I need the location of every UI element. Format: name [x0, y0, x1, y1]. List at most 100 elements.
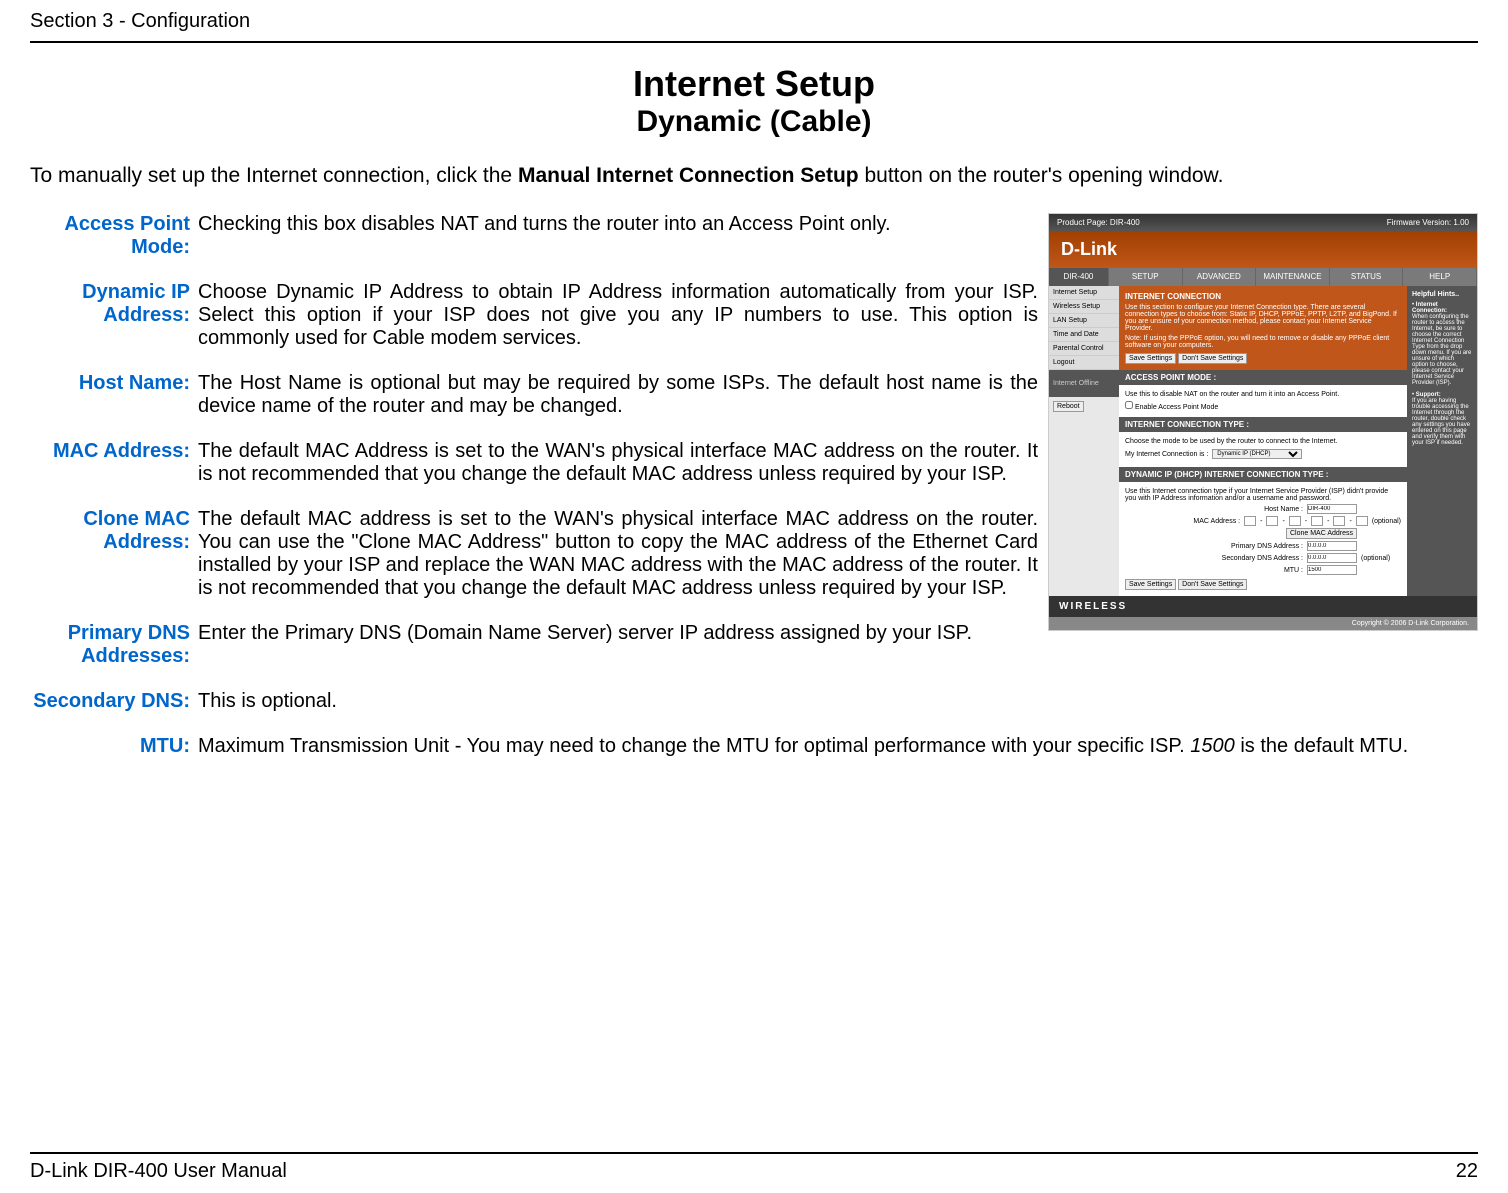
- label-secondary-dns: Secondary DNS:: [30, 690, 198, 713]
- value-mac-address: The default MAC Address is set to the WA…: [198, 440, 1038, 486]
- dont-save-button-top[interactable]: Don't Save Settings: [1178, 353, 1247, 364]
- mtu-text-pre: Maximum Transmission Unit - You may need…: [198, 735, 1190, 757]
- nav-status[interactable]: STATUS: [1330, 268, 1404, 286]
- def-dynamic-ip: Dynamic IP Address: Choose Dynamic IP Ad…: [30, 281, 1038, 350]
- ap-mode-title: ACCESS POINT MODE :: [1119, 370, 1407, 385]
- def-secondary-dns: Secondary DNS: This is optional.: [30, 690, 1478, 713]
- sidebar-time-date[interactable]: Time and Date: [1049, 328, 1119, 342]
- footer-left: D-Link DIR-400 User Manual: [30, 1160, 287, 1183]
- section-header: Section 3 - Configuration: [30, 10, 1478, 43]
- primary-dns-input[interactable]: [1307, 541, 1357, 551]
- nav-model: DIR-400: [1049, 268, 1109, 286]
- dhcp-desc: Use this Internet connection type if you…: [1125, 488, 1401, 502]
- wireless-bar: WIRELESS: [1049, 596, 1477, 617]
- value-secondary-dns: This is optional.: [198, 690, 1478, 713]
- mtu-form-label: MTU :: [1284, 567, 1303, 574]
- def-primary-dns: Primary DNS Addresses: Enter the Primary…: [30, 622, 1038, 668]
- value-dynamic-ip: Choose Dynamic IP Address to obtain IP A…: [198, 281, 1038, 350]
- save-settings-button-bottom[interactable]: Save Settings: [1125, 579, 1176, 590]
- sidebar-lan-setup[interactable]: LAN Setup: [1049, 314, 1119, 328]
- hint-1-text: When configuring the router to access th…: [1412, 314, 1472, 386]
- enable-ap-mode-checkbox[interactable]: [1125, 401, 1133, 409]
- def-host-name: Host Name: The Host Name is optional but…: [30, 372, 1038, 418]
- sidebar-logout[interactable]: Logout: [1049, 356, 1119, 370]
- mac-input-2[interactable]: [1266, 516, 1278, 526]
- def-mac-address: MAC Address: The default MAC Address is …: [30, 440, 1038, 486]
- mac-form-label: MAC Address :: [1193, 518, 1240, 525]
- brand-logo: D-Link: [1061, 239, 1117, 259]
- nav-setup[interactable]: SETUP: [1109, 268, 1183, 286]
- conn-type-title: INTERNET CONNECTION TYPE :: [1119, 417, 1407, 432]
- sidebar-wireless-setup[interactable]: Wireless Setup: [1049, 300, 1119, 314]
- secondary-dns-input[interactable]: [1307, 553, 1357, 563]
- nav-help[interactable]: HELP: [1403, 268, 1477, 286]
- def-mtu: MTU: Maximum Transmission Unit - You may…: [30, 735, 1478, 758]
- router-screenshot: Product Page: DIR-400 Firmware Version: …: [1048, 213, 1478, 690]
- mtu-text-italic: 1500: [1190, 735, 1235, 757]
- sidebar-internet-setup[interactable]: Internet Setup: [1049, 286, 1119, 300]
- conn-type-label: My Internet Connection is :: [1125, 451, 1208, 458]
- def-access-point: Access Point Mode: Checking this box dis…: [30, 213, 1038, 259]
- value-access-point: Checking this box disables NAT and turns…: [198, 213, 1038, 259]
- hint-1-heading: Internet Connection:: [1412, 302, 1447, 314]
- mac-input-1[interactable]: [1244, 516, 1256, 526]
- hints-title: Helpful Hints..: [1412, 291, 1472, 298]
- internet-connection-note: Note: If using the PPPoE option, you wil…: [1125, 335, 1401, 349]
- internet-connection-desc: Use this section to configure your Inter…: [1125, 304, 1401, 332]
- hint-2-text: If you are having trouble accessing the …: [1412, 398, 1472, 446]
- router-top-bar: Product Page: DIR-400 Firmware Version: …: [1049, 214, 1477, 231]
- mac-optional-label: (optional): [1372, 518, 1401, 525]
- mac-input-5[interactable]: [1333, 516, 1345, 526]
- router-center-panel: INTERNET CONNECTION Use this section to …: [1119, 286, 1407, 596]
- primary-dns-form-label: Primary DNS Address :: [1231, 543, 1303, 550]
- firmware-version-label: Firmware Version: 1.00: [1387, 218, 1469, 227]
- label-dynamic-ip: Dynamic IP Address:: [30, 281, 198, 350]
- mtu-input[interactable]: [1307, 565, 1357, 575]
- intro-pre: To manually set up the Internet connecti…: [30, 164, 518, 187]
- intro-post: button on the router's opening window.: [859, 164, 1224, 187]
- mac-input-6[interactable]: [1356, 516, 1368, 526]
- internet-connection-title: INTERNET CONNECTION: [1125, 292, 1401, 301]
- dont-save-button-bottom[interactable]: Don't Save Settings: [1178, 579, 1247, 590]
- page-subtitle: Dynamic (Cable): [30, 105, 1478, 139]
- def-clone-mac: Clone MAC Address: The default MAC addre…: [30, 508, 1038, 600]
- host-name-input[interactable]: [1307, 504, 1357, 514]
- page-footer: D-Link DIR-400 User Manual 22: [30, 1152, 1478, 1183]
- value-host-name: The Host Name is optional but may be req…: [198, 372, 1038, 418]
- value-clone-mac: The default MAC address is set to the WA…: [198, 508, 1038, 600]
- label-mtu: MTU:: [30, 735, 198, 758]
- enable-ap-mode-label: Enable Access Point Mode: [1135, 404, 1218, 411]
- copyright-text: Copyright © 2006 D-Link Corporation.: [1049, 617, 1477, 630]
- nav-maintenance[interactable]: MAINTENANCE: [1256, 268, 1330, 286]
- footer-page-number: 22: [1456, 1160, 1478, 1183]
- value-primary-dns: Enter the Primary DNS (Domain Name Serve…: [198, 622, 1038, 668]
- intro-bold: Manual Internet Connection Setup: [518, 164, 859, 187]
- mtu-text-post: is the default MTU.: [1235, 735, 1408, 757]
- label-mac-address: MAC Address:: [30, 440, 198, 486]
- mac-input-3[interactable]: [1289, 516, 1301, 526]
- secondary-dns-form-label: Secondary DNS Address :: [1222, 555, 1303, 562]
- definitions-list: Access Point Mode: Checking this box dis…: [30, 213, 1038, 690]
- label-access-point: Access Point Mode:: [30, 213, 198, 259]
- page-title: Internet Setup: [30, 63, 1478, 105]
- value-mtu: Maximum Transmission Unit - You may need…: [198, 735, 1478, 758]
- label-primary-dns: Primary DNS Addresses:: [30, 622, 198, 668]
- reboot-button[interactable]: Reboot: [1053, 401, 1084, 412]
- router-right-sidebar: Helpful Hints.. • Internet Connection: W…: [1407, 286, 1477, 596]
- router-nav: DIR-400 SETUP ADVANCED MAINTENANCE STATU…: [1049, 268, 1477, 286]
- ap-mode-desc: Use this to disable NAT on the router an…: [1125, 391, 1401, 398]
- clone-mac-button[interactable]: Clone MAC Address: [1286, 528, 1357, 539]
- host-name-form-label: Host Name :: [1264, 506, 1303, 513]
- mac-input-4[interactable]: [1311, 516, 1323, 526]
- save-settings-button-top[interactable]: Save Settings: [1125, 353, 1176, 364]
- label-clone-mac: Clone MAC Address:: [30, 508, 198, 600]
- nav-advanced[interactable]: ADVANCED: [1183, 268, 1257, 286]
- conn-type-select[interactable]: Dynamic IP (DHCP): [1212, 449, 1302, 459]
- intro-paragraph: To manually set up the Internet connecti…: [30, 164, 1478, 188]
- dhcp-title: DYNAMIC IP (DHCP) INTERNET CONNECTION TY…: [1119, 467, 1407, 482]
- sidebar-parental-control[interactable]: Parental Control: [1049, 342, 1119, 356]
- sidebar-internet-offline: Internet Offline: [1049, 370, 1119, 397]
- conn-type-desc: Choose the mode to be used by the router…: [1125, 438, 1401, 445]
- router-brand-bar: D-Link: [1049, 231, 1477, 268]
- product-page-label: Product Page: DIR-400: [1057, 218, 1140, 227]
